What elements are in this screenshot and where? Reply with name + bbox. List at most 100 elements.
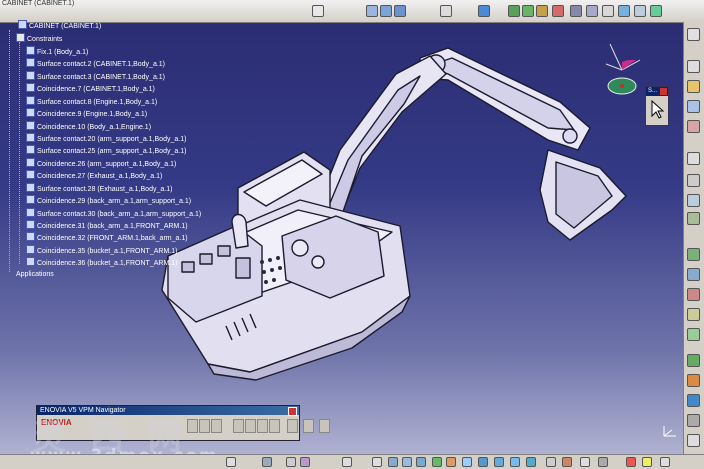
tree-item[interactable]: Surface contact.3 (CABINET.1,Body_a.1) xyxy=(26,71,165,82)
fit-all-icon[interactable] xyxy=(262,457,272,467)
sectioning-icon[interactable] xyxy=(687,354,700,367)
expand-icon[interactable] xyxy=(269,419,280,433)
save-icon[interactable] xyxy=(211,419,222,433)
replace-component-icon[interactable] xyxy=(687,120,700,133)
edit-icon[interactable] xyxy=(287,419,298,433)
distance-icon[interactable] xyxy=(687,394,700,407)
measure-icon[interactable] xyxy=(687,414,700,427)
quick-constraint-icon[interactable] xyxy=(602,5,614,17)
multi-instantiation-icon[interactable] xyxy=(687,194,700,207)
explode-icon[interactable] xyxy=(394,5,406,17)
layer-icon[interactable] xyxy=(580,457,590,467)
tree-item[interactable]: Surface contact.8 (Engine.1,Body_a.1) xyxy=(26,96,157,107)
constraint-fix-icon[interactable] xyxy=(570,5,582,17)
bill-of-material-icon[interactable] xyxy=(687,434,700,447)
constraint-coincidence-icon[interactable] xyxy=(508,5,520,17)
render-icon[interactable] xyxy=(562,457,572,467)
snapshot-icon[interactable] xyxy=(660,457,670,467)
tree-item[interactable]: Coincidence.9 (Engine.1,Body_a.1) xyxy=(26,108,147,119)
tree-item[interactable]: Fix.1 (Body_a.1) xyxy=(26,46,88,57)
tree-item[interactable]: Coincidence.26 (arm_support_a.1,Body_a.1… xyxy=(26,158,176,169)
tree-item[interactable]: Coincidence.27 (Exhaust_a.1,Body_a.1) xyxy=(26,170,162,181)
rotate-icon[interactable] xyxy=(300,457,310,467)
tree-applications-node[interactable]: Applications xyxy=(16,269,54,280)
link-icon[interactable] xyxy=(303,419,314,433)
close-icon[interactable] xyxy=(660,88,667,95)
move-icon[interactable] xyxy=(366,5,378,17)
mini-toolbar-panel[interactable]: S... xyxy=(645,86,669,126)
normal-view-icon[interactable] xyxy=(388,457,398,467)
constraint-angle-icon[interactable] xyxy=(552,5,564,17)
compass-widget[interactable] xyxy=(602,40,644,100)
tree-item[interactable]: Surface contact.25 (arm_support_a.1,Body… xyxy=(26,145,186,156)
zoom-in-icon[interactable] xyxy=(342,457,352,467)
sketch-icon[interactable] xyxy=(626,457,636,467)
tree-item[interactable]: Surface contact.2 (CABINET.1,Body_a.1) xyxy=(26,58,165,69)
constraint-icon xyxy=(26,83,35,92)
view-back-icon[interactable] xyxy=(494,457,504,467)
tree-item[interactable]: Coincidence.32 (FRONT_ARM.1,back_arm_a.1… xyxy=(26,232,188,243)
cursor-icon[interactable] xyxy=(649,100,665,120)
close-icon[interactable] xyxy=(288,407,297,416)
constraint-icon xyxy=(26,58,35,67)
tree-item[interactable]: Coincidence.10 (Body_a.1,Engine.1) xyxy=(26,121,151,132)
tree-item[interactable]: Surface contact.20 (arm_support_a.1,Body… xyxy=(26,133,186,144)
light-icon[interactable] xyxy=(642,457,652,467)
constraint-contact-icon[interactable] xyxy=(522,5,534,17)
tree-constraints-node[interactable]: Constraints xyxy=(16,33,62,44)
swap-visible-icon[interactable] xyxy=(462,457,472,467)
pan-icon[interactable] xyxy=(286,457,296,467)
catalog-icon[interactable] xyxy=(478,5,490,17)
view-bottom-icon[interactable] xyxy=(526,457,536,467)
grid-icon[interactable] xyxy=(440,5,452,17)
snap-icon[interactable] xyxy=(687,268,700,281)
graph-tree-icon[interactable] xyxy=(687,152,700,165)
constraint-icon xyxy=(26,257,35,266)
snap-icon[interactable] xyxy=(380,5,392,17)
multi-view-icon[interactable] xyxy=(402,457,412,467)
clash-icon[interactable] xyxy=(687,374,700,387)
properties-icon[interactable] xyxy=(598,457,608,467)
unlock-icon[interactable] xyxy=(257,419,268,433)
flexible-icon[interactable] xyxy=(618,5,630,17)
help-icon[interactable] xyxy=(319,419,330,433)
tree-root[interactable]: CABINET (CABINET.1) xyxy=(18,20,101,31)
tree-item[interactable]: Coincidence.31 (back_arm_a.1,FRONT_ARM.1… xyxy=(26,220,188,231)
new-product-icon[interactable] xyxy=(687,60,700,73)
material-icon[interactable] xyxy=(546,457,556,467)
tree-item[interactable]: Surface contact.30 (back_arm_a.1,arm_sup… xyxy=(26,208,201,219)
new-part-icon[interactable] xyxy=(687,80,700,93)
connect-icon[interactable] xyxy=(187,419,198,433)
constraint-icon xyxy=(26,46,35,55)
lock-icon[interactable] xyxy=(245,419,256,433)
smart-move-icon[interactable] xyxy=(687,288,700,301)
view-top-icon[interactable] xyxy=(510,457,520,467)
constraint-offset-icon[interactable] xyxy=(536,5,548,17)
tree-item[interactable]: Surface contact.28 (Exhaust_a.1,Body_a.1… xyxy=(26,183,172,194)
refresh-icon[interactable] xyxy=(233,419,244,433)
iso-view-icon[interactable] xyxy=(416,457,426,467)
manipulation-icon[interactable] xyxy=(687,248,700,261)
fast-multi-instantiation-icon[interactable] xyxy=(687,212,700,225)
stop-manipulate-icon[interactable] xyxy=(687,328,700,341)
fly-mode-icon[interactable] xyxy=(226,457,236,467)
hide-show-icon[interactable] xyxy=(446,457,456,467)
view-front-icon[interactable] xyxy=(478,457,488,467)
shading-icon[interactable] xyxy=(432,457,442,467)
explode-icon[interactable] xyxy=(687,308,700,321)
axis-indicator-icon xyxy=(663,426,676,437)
constraint-fixtogether-icon[interactable] xyxy=(586,5,598,17)
tree-item[interactable]: Coincidence.29 (back_arm_a.1,arm_support… xyxy=(26,195,191,206)
new-component-icon[interactable] xyxy=(687,28,700,41)
constraint-icon xyxy=(26,208,35,217)
search-icon[interactable] xyxy=(199,419,210,433)
zoom-out-icon[interactable] xyxy=(372,457,382,467)
change-constraint-icon[interactable] xyxy=(634,5,646,17)
update-icon[interactable] xyxy=(312,5,324,17)
generate-numbering-icon[interactable] xyxy=(687,174,700,187)
tree-item[interactable]: Coincidence.36 (bucket_a.1,FRONT_ARM.1) xyxy=(26,257,177,268)
tree-item[interactable]: Coincidence.35 (bucket_a.1,FRONT_ARM.1) xyxy=(26,245,177,256)
existing-component-icon[interactable] xyxy=(687,100,700,113)
reuse-pattern-icon[interactable] xyxy=(650,5,662,17)
tree-item[interactable]: Coincidence.7 (CABINET.1,Body_a.1) xyxy=(26,83,155,94)
